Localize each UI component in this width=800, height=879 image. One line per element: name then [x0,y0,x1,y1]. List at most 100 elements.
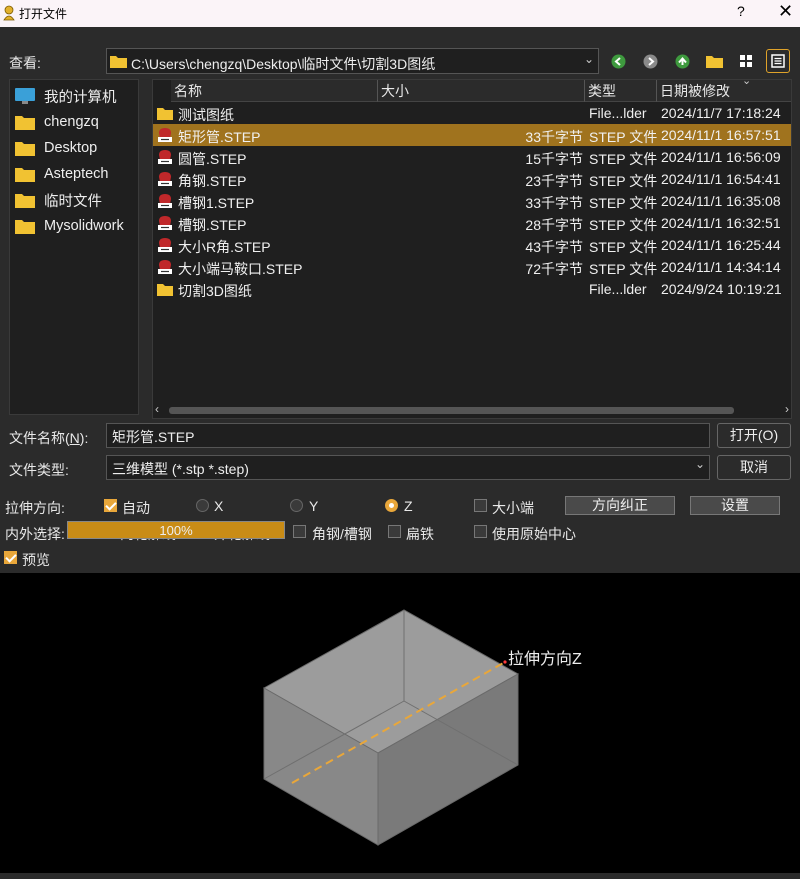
column-header-name[interactable]: 名称 [171,80,378,102]
sidebar-item-asteptech[interactable]: Asteptech [14,162,109,186]
progress-text: 100% [159,523,193,538]
file-row[interactable]: 大小端马鞍口.STEP 72千字节 STEP 文件 2024/11/1 14:34:1… [153,256,791,278]
z-radio[interactable] [385,499,398,512]
sidebar-item-label: Mysolidwork [44,218,124,234]
new-folder-icon [705,56,723,68]
title-bar: 打开文件 ? ✕ [0,0,800,27]
file-size: 33千字节 [525,129,583,145]
detail-view-icon [771,54,785,68]
new-folder-button[interactable] [702,49,726,73]
file-modified: 2024/11/1 16:32:51 [661,215,781,231]
back-arrow-icon [611,54,625,68]
file-row[interactable]: 大小R角.STEP 43千字节 STEP 文件 2024/11/1 16:25:44 [153,234,791,256]
y-radio[interactable] [290,499,303,512]
forward-arrow-icon [643,54,657,68]
folder-icon [157,108,173,120]
folder-icon [157,284,173,296]
file-size: 28千字节 [525,217,583,233]
list-view-button[interactable] [734,49,758,73]
fix-direction-button[interactable]: 方向纠正 [565,496,675,515]
sidebar-item-my-computer[interactable]: 我的计算机 [14,84,117,108]
file-name: 大小端马鞍口.STEP [178,261,303,277]
file-list[interactable]: 名称 大小 类型 日期被修改 ⌄ 测试图纸 File...lder 2024/11/… [152,79,792,419]
preview-label: 预览 [22,552,50,568]
file-row[interactable]: 圆管.STEP 15千字节 STEP 文件 2024/11/1 16:56:09 [153,146,791,168]
grid-view-icon [740,55,752,67]
sidebar-item-label: Desktop [44,140,98,156]
big-small-end-checkbox[interactable] [474,499,487,512]
load-progress-bar: 100% [67,521,285,539]
file-name: 圆管.STEP [178,151,247,167]
model-preview[interactable]: 拉伸方向Z [0,573,800,879]
file-name: 矩形管.STEP [178,129,261,145]
file-type: STEP 文件 [589,195,658,211]
sidebar-item-desktop[interactable]: Desktop [14,136,97,160]
flat-iron-checkbox[interactable] [388,525,401,538]
sidebar-item-label: 临时文件 [44,193,102,210]
folder-icon [14,139,36,157]
back-button[interactable] [606,49,630,73]
step-file-icon [158,128,172,142]
file-modified: 2024/11/1 16:35:08 [661,193,781,209]
file-row[interactable]: 矩形管.STEP 33千字节 STEP 文件 2024/11/1 16:57:51 [153,124,791,146]
lookin-path: C:\Users\chengzq\Desktop\临时文件\切割3D图纸 [131,56,436,72]
up-folder-button[interactable] [670,49,694,73]
file-row[interactable]: 切割3D图纸 File...lder 2024/9/24 10:19:21 [153,278,791,300]
folder-icon [14,191,36,209]
filetype-select[interactable]: 三维模型 (*.stp *.step) ⌄ [106,455,710,480]
scrollbar-thumb[interactable] [169,407,734,414]
sidebar-item-chengzq[interactable]: chengzq [14,110,99,134]
scroll-left-icon[interactable]: ‹ [155,402,159,416]
axis-direction-label: 拉伸方向Z [508,651,582,668]
sidebar-item-label: 我的计算机 [44,89,117,106]
file-name: 大小R角.STEP [178,239,271,255]
file-modified: 2024/9/24 10:19:21 [661,281,782,297]
scroll-right-icon[interactable]: › [785,402,789,416]
file-type: STEP 文件 [589,129,658,145]
file-row[interactable]: 测试图纸 File...lder 2024/11/7 17:18:24 [153,102,791,124]
cancel-button[interactable]: 取消 [717,455,791,480]
filename-input[interactable]: 矩形管.STEP [106,423,710,448]
use-origin-checkbox[interactable] [474,525,487,538]
file-name: 角钢.STEP [178,173,247,189]
file-row[interactable]: 槽钢1.STEP 33千字节 STEP 文件 2024/11/1 16:35:08 [153,190,791,212]
flat-iron-label: 扁铁 [406,526,434,542]
file-row[interactable]: 槽钢.STEP 28千字节 STEP 文件 2024/11/1 16:32:51 [153,212,791,234]
file-modified: 2024/11/1 14:34:14 [661,259,781,275]
auto-checkbox[interactable] [104,499,117,512]
file-row[interactable]: 角钢.STEP 23千字节 STEP 文件 2024/11/1 16:54:41 [153,168,791,190]
help-button[interactable]: ? [737,3,745,19]
step-file-icon [158,194,172,208]
open-file-dialog: 查看: C:\Users\chengzq\Desktop\临时文件\切割3D图纸… [0,27,800,573]
file-type: File...lder [589,105,647,121]
file-modified: 2024/11/7 17:18:24 [661,105,781,121]
big-small-end-label: 大小端 [492,500,534,516]
preview-checkbox[interactable] [4,551,17,564]
sidebar-item-label: Asteptech [44,166,109,182]
sidebar-item-mysolidwork[interactable]: Mysolidwork [14,214,124,238]
file-type: STEP 文件 [589,261,658,277]
column-header-type[interactable]: 类型 [585,80,657,102]
sidebar-item-temp[interactable]: 临时文件 [14,188,102,212]
open-button[interactable]: 打开(O) [717,423,791,448]
file-name: 槽钢.STEP [178,217,247,233]
settings-button[interactable]: 设置 [690,496,780,515]
column-header-size[interactable]: 大小 [378,80,585,102]
stretch-direction-label: 拉伸方向: [5,500,65,516]
inout-label: 内外选择: [5,526,65,542]
angle-channel-label: 角钢/槽钢 [312,526,372,542]
angle-channel-checkbox[interactable] [293,525,306,538]
file-modified: 2024/11/1 16:57:51 [661,127,781,143]
detail-view-button[interactable] [766,49,790,73]
close-button[interactable]: ✕ [778,1,793,22]
auto-label: 自动 [122,500,150,516]
column-header-modified[interactable]: 日期被修改 [657,80,791,102]
horizontal-scrollbar[interactable]: ‹ › [153,402,791,418]
lookin-combo[interactable]: C:\Users\chengzq\Desktop\临时文件\切割3D图纸 ⌄ [106,48,599,74]
step-file-icon [158,172,172,186]
x-radio[interactable] [196,499,209,512]
file-size: 72千字节 [525,261,583,277]
file-name: 切割3D图纸 [178,283,252,299]
step-file-icon [158,260,172,274]
forward-button[interactable] [638,49,662,73]
